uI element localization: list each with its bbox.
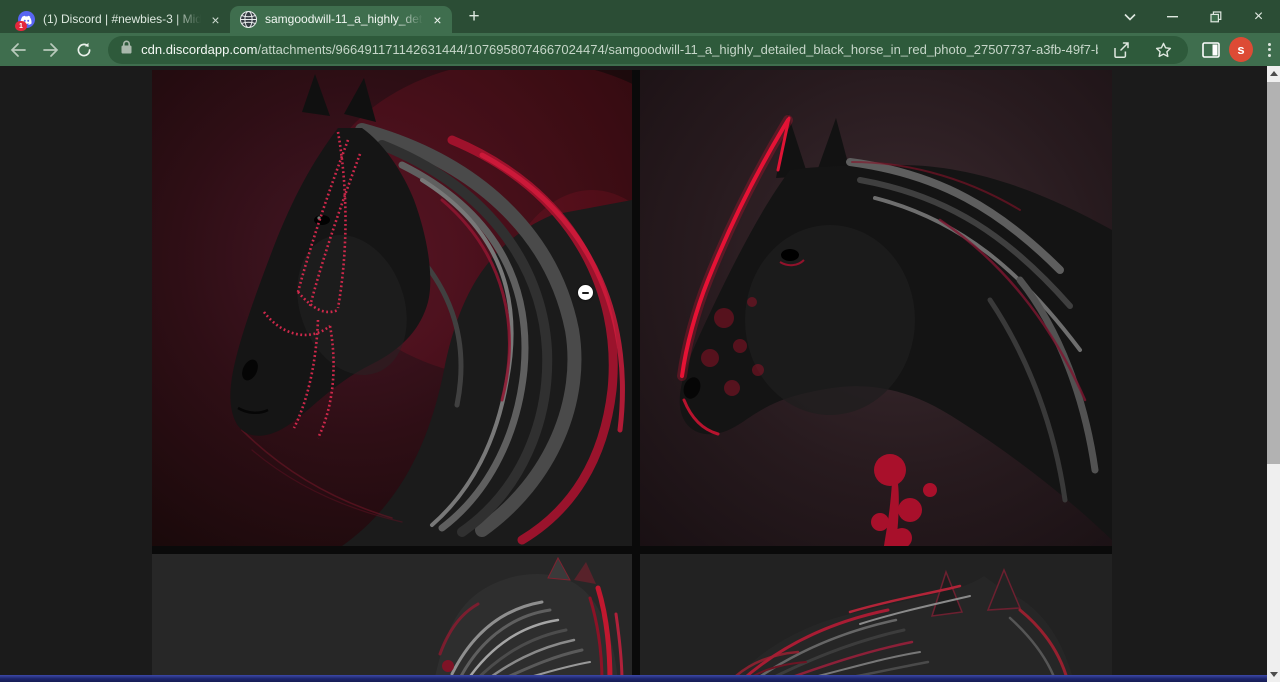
tab-close-icon[interactable]: × — [429, 11, 446, 28]
window-controls: × — [1108, 0, 1280, 33]
omnibox-actions — [1108, 37, 1176, 63]
bookmark-star-icon[interactable] — [1150, 37, 1176, 63]
tab-title: (1) Discord | #newbies-3 | Midjou — [43, 12, 201, 27]
page-content — [0, 66, 1280, 682]
horse-art-bottom-left — [152, 554, 632, 682]
globe-favicon-icon — [240, 11, 257, 28]
scrollbar-thumb[interactable] — [1267, 82, 1280, 464]
image-quadrant-top-left[interactable] — [152, 70, 632, 546]
zoom-out-cursor-icon — [578, 285, 593, 300]
scroll-down-icon[interactable] — [1267, 667, 1280, 682]
share-icon[interactable] — [1108, 37, 1134, 63]
reload-icon[interactable] — [69, 36, 98, 64]
notification-badge: 1 — [15, 21, 27, 31]
image-quadrant-bottom-left[interactable] — [152, 554, 632, 682]
discord-favicon-icon: 1 — [18, 11, 35, 28]
scroll-up-icon[interactable] — [1267, 66, 1280, 81]
tab-close-icon[interactable]: × — [207, 11, 224, 28]
horse-art-top-left — [152, 70, 632, 546]
back-icon[interactable] — [4, 36, 33, 64]
side-panel-icon[interactable] — [1198, 37, 1223, 63]
url-domain: cdn.discordapp.com — [141, 42, 257, 57]
new-tab-button[interactable]: + — [460, 3, 488, 31]
browser-window: 1 (1) Discord | #newbies-3 | Midjou × sa… — [0, 0, 1280, 682]
image-quadrant-bottom-right[interactable] — [640, 554, 1112, 682]
tab-title: samgoodwill-11_a_highly_detaile — [265, 12, 423, 27]
menu-kebab-icon[interactable] — [1259, 43, 1280, 57]
url-path: /attachments/966491171142631444/10769580… — [258, 42, 1099, 57]
horse-art-bottom-right — [640, 554, 1112, 682]
horse-art-top-right — [640, 70, 1112, 546]
tab-discord[interactable]: 1 (1) Discord | #newbies-3 | Midjou × — [8, 6, 230, 33]
taskbar-sliver — [0, 675, 1267, 682]
vertical-scrollbar[interactable] — [1267, 66, 1280, 682]
lock-icon[interactable] — [121, 40, 132, 59]
profile-avatar[interactable]: s — [1229, 37, 1253, 62]
navigation-toolbar: cdn.discordapp.com/attachments/966491171… — [0, 33, 1280, 66]
url-text: cdn.discordapp.com/attachments/966491171… — [141, 42, 1098, 57]
forward-icon[interactable] — [37, 36, 66, 64]
address-bar[interactable]: cdn.discordapp.com/attachments/966491171… — [108, 36, 1188, 64]
close-window-button[interactable]: × — [1237, 0, 1280, 33]
tab-search-chevron-icon[interactable] — [1108, 0, 1151, 33]
image-quadrant-top-right[interactable] — [640, 70, 1112, 546]
tab-image-active[interactable]: samgoodwill-11_a_highly_detaile × — [230, 6, 452, 33]
restore-button[interactable] — [1194, 0, 1237, 33]
horse-image-grid[interactable] — [152, 70, 1112, 682]
minimize-button[interactable] — [1151, 0, 1194, 33]
tab-bar: 1 (1) Discord | #newbies-3 | Midjou × sa… — [0, 0, 1280, 33]
